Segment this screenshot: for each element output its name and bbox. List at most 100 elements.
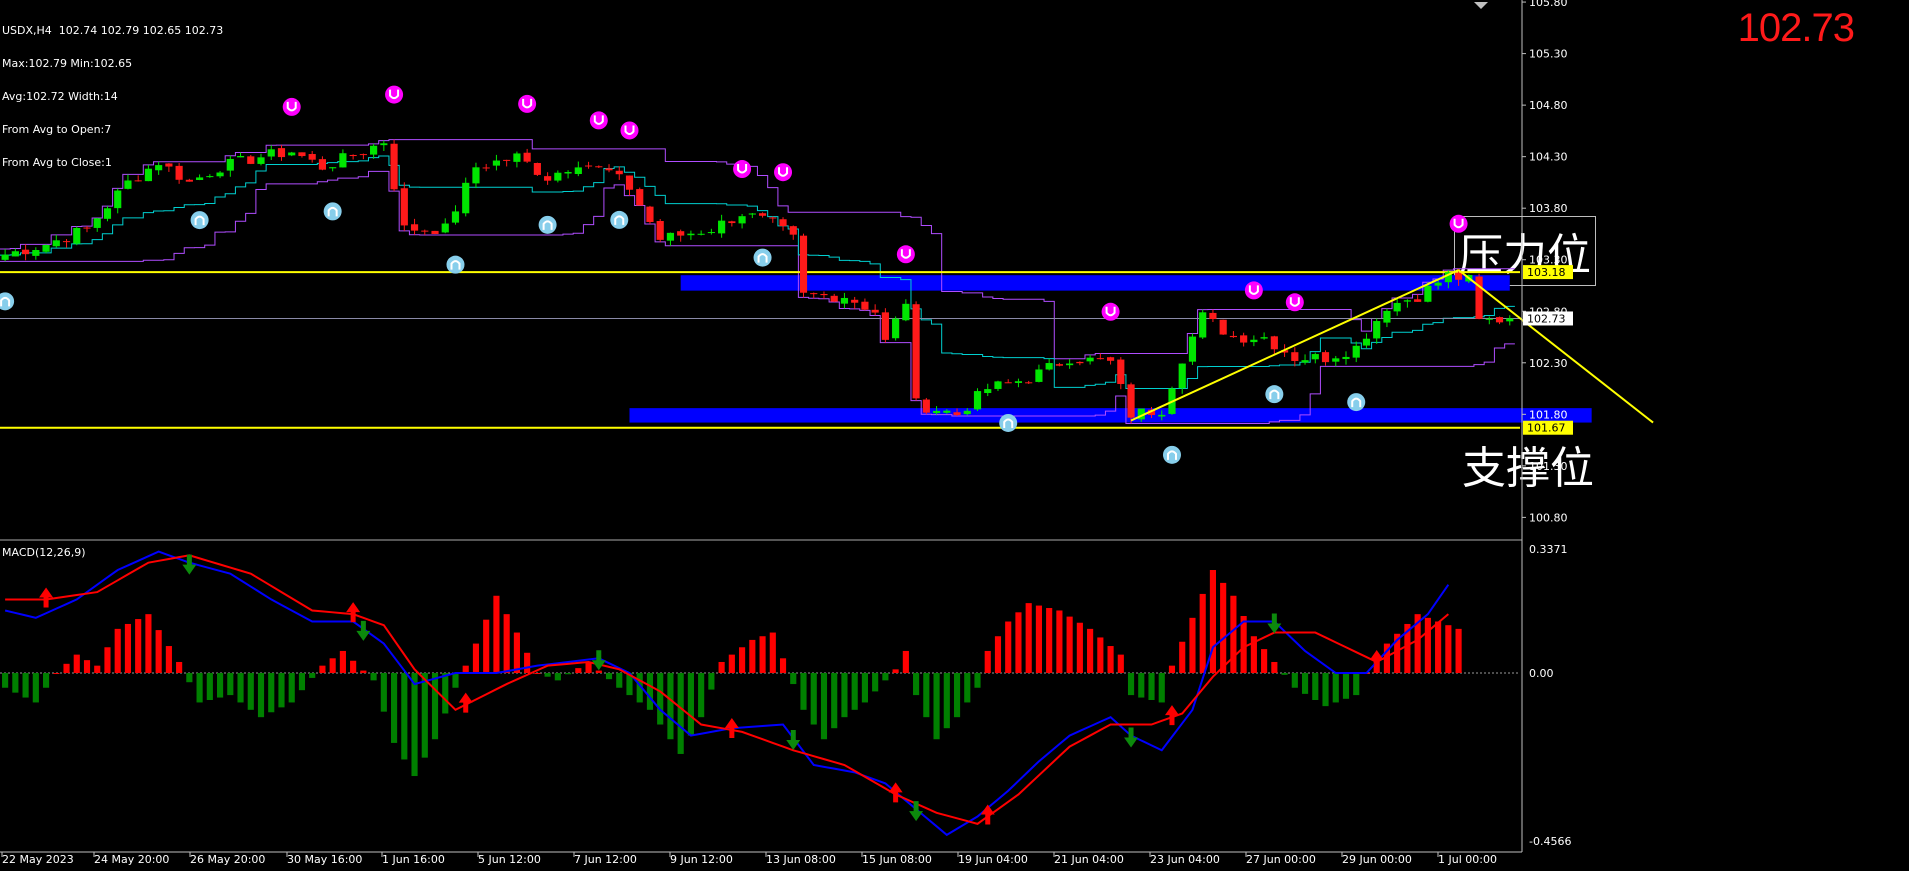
candle-body <box>339 153 347 168</box>
x-tick-label: 1 Jun 16:00 <box>382 853 445 866</box>
candle-body <box>257 157 265 164</box>
y-tick-label: 102.30 <box>1529 357 1568 370</box>
x-tick-label: 26 May 20:00 <box>190 853 265 866</box>
sell-arrow-icon <box>591 650 606 671</box>
macd-hist-bar <box>820 673 828 740</box>
macd-hist-bar <box>872 673 879 692</box>
buy-arrow-icon <box>980 804 995 825</box>
candle-body <box>482 167 490 169</box>
candle-body <box>513 153 521 162</box>
candle-body <box>1188 336 1197 362</box>
macd-hist-bar <box>575 668 582 674</box>
candle-body <box>236 156 245 158</box>
candle-body <box>1403 300 1411 302</box>
candle-body <box>1035 369 1043 382</box>
fractal-up-icon <box>1449 214 1468 233</box>
candle-body <box>1178 363 1186 389</box>
candle-body <box>544 176 552 181</box>
candle-body <box>943 410 951 413</box>
candle-body <box>1086 357 1094 362</box>
buy-arrow-icon <box>724 718 739 739</box>
candle-body <box>370 145 378 155</box>
macd-hist-bar <box>483 619 490 674</box>
candle-body <box>103 208 112 219</box>
candle-body <box>1096 358 1104 360</box>
candle-body <box>329 167 337 169</box>
fractal-up-icon <box>385 85 404 104</box>
macd-hist-bar <box>1445 625 1452 674</box>
macd-hist-bar <box>974 673 981 688</box>
macd-hist-bar <box>769 632 776 674</box>
macd-hist-bar <box>63 663 70 674</box>
candle-body <box>298 152 306 157</box>
candle-body <box>584 165 593 167</box>
macd-hist-bar <box>32 673 39 703</box>
macd-hist-bar <box>1076 622 1083 674</box>
macd-hist-bar <box>790 673 797 685</box>
candle-body <box>984 389 992 394</box>
candle-body <box>318 159 327 170</box>
macd-y-tick-label: 0.3371 <box>1529 543 1568 556</box>
macd-hist-bar <box>841 673 848 718</box>
candle-body <box>892 318 900 339</box>
macd-hist-bar <box>1138 673 1145 698</box>
macd-hist-bar <box>104 647 111 674</box>
macd-hist-bar <box>1117 654 1124 674</box>
macd-hist-bar <box>216 673 224 698</box>
macd-hist-bar <box>114 628 121 674</box>
macd-hist-bar <box>902 650 909 674</box>
macd-hist-bar <box>94 665 101 674</box>
buy-arrow-icon <box>888 782 903 803</box>
x-tick-label: 5 Jun 12:00 <box>478 853 541 866</box>
macd-hist-bar <box>1005 621 1012 674</box>
candle-body <box>410 224 419 231</box>
candle-body <box>1209 312 1217 320</box>
fractal-down-icon <box>753 248 772 267</box>
macd-hist-bar <box>442 673 449 714</box>
buy-arrow-icon <box>458 692 473 713</box>
macd-hist-bar <box>964 673 971 703</box>
candle-body <box>288 152 296 156</box>
macd-hist-bar <box>554 673 561 681</box>
candle-body <box>32 250 40 256</box>
macd-hist-bar <box>42 673 50 688</box>
trendline-0 <box>1130 269 1460 422</box>
macd-hist-bar <box>1127 673 1135 696</box>
candle-body <box>697 233 705 235</box>
macd-hist-bar <box>257 673 265 718</box>
candle-body <box>1424 285 1432 302</box>
macd-hist-bar <box>247 673 254 710</box>
candle-body <box>114 190 122 209</box>
x-tick-label: 9 Jun 12:00 <box>670 853 733 866</box>
macd-hist-bar <box>278 673 285 708</box>
candle-body <box>400 188 408 226</box>
y-tick-label: 103.30 <box>1529 254 1568 267</box>
candle-body <box>73 227 81 244</box>
candle-body <box>472 167 480 184</box>
price-tag-label: 102.73 <box>1527 312 1566 325</box>
macd-hist-bar <box>1066 616 1073 674</box>
x-tick-label: 22 May 2023 <box>2 853 74 866</box>
macd-hist-bar <box>565 673 572 675</box>
candle-body <box>1106 357 1115 361</box>
macd-hist-bar <box>1209 570 1216 674</box>
chart-canvas[interactable]: 105.80 105.30 104.80 104.30 103.80 103.30 102.… <box>0 0 1909 871</box>
candle-body <box>789 226 797 235</box>
macd-hist-bar <box>73 654 80 674</box>
macd-hist-bar <box>298 673 306 691</box>
candle-body <box>277 148 286 158</box>
macd-hist-bar <box>1148 673 1155 700</box>
macd-hist-bar <box>1281 673 1288 675</box>
candle-body <box>492 160 501 166</box>
price-tag-label: 101.67 <box>1527 422 1566 435</box>
macd-hist-bar <box>1168 665 1176 674</box>
candle-body <box>62 241 71 243</box>
macd-hist-bar <box>779 658 787 674</box>
x-tick-label: 7 Jun 12:00 <box>574 853 637 866</box>
macd-hist-bar <box>227 673 234 696</box>
macd-hist-bar <box>196 673 203 703</box>
macd-hist-bar <box>810 673 817 725</box>
buy-arrow-icon <box>1164 705 1179 726</box>
candle-body <box>564 172 572 174</box>
macd-hist-bar <box>452 673 459 688</box>
